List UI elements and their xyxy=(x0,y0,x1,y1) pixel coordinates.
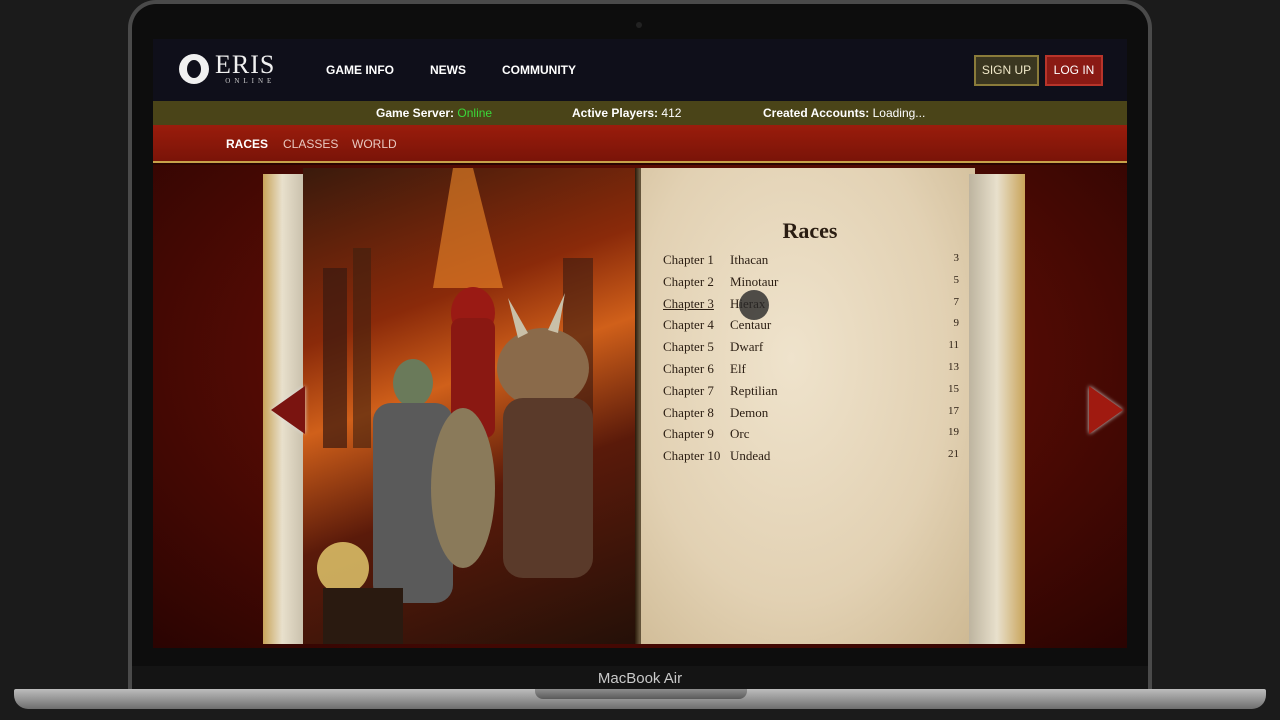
next-page-arrow-icon[interactable] xyxy=(1089,386,1123,434)
toc-chapter[interactable]: Chapter 2 xyxy=(663,274,714,290)
toc-row[interactable]: Chapter 3Hierax7 xyxy=(663,296,959,318)
toc-chapter[interactable]: Chapter 5 xyxy=(663,339,714,355)
server-status-value: Online xyxy=(457,106,493,120)
previous-page-arrow-icon[interactable] xyxy=(271,386,305,434)
toc-page-number: 7 xyxy=(953,295,960,308)
toc-row[interactable]: Chapter 7 Reptilian 15 xyxy=(663,383,959,405)
tab-world[interactable]: WORLD xyxy=(352,137,397,151)
logo-text: ERIS ONLINE xyxy=(215,50,276,86)
book: Races Chapter 1 Ithacan 3 Chapter 2 Minotau… xyxy=(263,168,1123,648)
toc-page-number: 11 xyxy=(948,339,959,352)
toc-chapter[interactable]: Chapter 10 xyxy=(663,448,720,464)
created-accounts-label: Created Accounts: xyxy=(763,106,870,120)
active-players-value: 412 xyxy=(661,106,682,120)
toc-race[interactable]: Minotaur xyxy=(730,274,778,290)
device-model-label: MacBook Air xyxy=(597,670,683,687)
screen: ERIS ONLINE GAME INFO NEWS COMMUNITY SIG… xyxy=(153,39,1127,648)
toc-race[interactable]: Elf xyxy=(730,361,746,377)
toc-chapter[interactable]: Chapter 3 xyxy=(663,296,714,312)
server-status: Game Server: Online xyxy=(376,106,492,120)
page-title: Races xyxy=(641,218,975,244)
toc-page-number: 17 xyxy=(948,404,959,417)
toc-chapter[interactable]: Chapter 1 xyxy=(663,252,714,268)
toc-page-number: 21 xyxy=(948,448,959,461)
site-header: ERIS ONLINE GAME INFO NEWS COMMUNITY SIG… xyxy=(153,39,1127,101)
active-players: Active Players: 412 xyxy=(572,106,681,120)
toc-row[interactable]: Chapter 5 Dwarf 11 xyxy=(663,339,959,361)
toc-page-number: 3 xyxy=(953,252,960,264)
toc-list: Chapter 1 Ithacan 3 Chapter 2 Minotaur 5 Cha… xyxy=(663,252,959,470)
toc-chapter[interactable]: Chapter 9 xyxy=(663,426,714,442)
tab-races[interactable]: RACES xyxy=(226,137,268,151)
toc-row[interactable]: Chapter 2 Minotaur 5 xyxy=(663,274,959,296)
camera-icon xyxy=(636,22,642,28)
toc-race[interactable]: Dwarf xyxy=(730,339,763,355)
toc-race[interactable]: Reptilian xyxy=(730,383,778,399)
cursor-indicator xyxy=(739,290,769,320)
status-bar: Game Server: Online Active Players: 412 … xyxy=(153,101,1127,125)
active-players-label: Active Players: xyxy=(572,106,659,120)
toc-page-number: 9 xyxy=(953,317,960,330)
toc-page-number: 15 xyxy=(948,382,959,395)
laptop-base-notch xyxy=(535,689,747,699)
toc-row[interactable]: Chapter 1 Ithacan 3 xyxy=(663,252,959,274)
main-nav: GAME INFO NEWS COMMUNITY xyxy=(326,63,612,77)
created-accounts-value: Loading... xyxy=(872,106,926,120)
toc-row[interactable]: Chapter 6 Elf 13 xyxy=(663,361,959,383)
page-title-text: Races xyxy=(782,218,838,243)
logo-emblem-icon xyxy=(179,54,209,84)
toc-page-number: 13 xyxy=(948,360,959,373)
logo-word: ERIS xyxy=(215,50,276,79)
toc-row[interactable]: Chapter 4 Centaur 9 xyxy=(663,317,959,339)
toc-race[interactable]: Demon xyxy=(730,405,768,421)
toc-chapter[interactable]: Chapter 6 xyxy=(663,361,714,377)
nav-community[interactable]: COMMUNITY xyxy=(502,63,576,77)
toc-row[interactable]: Chapter 10 Undead 21 xyxy=(663,448,959,470)
toc-race[interactable]: Ithacan xyxy=(730,252,768,268)
races-illustration xyxy=(303,168,639,644)
sub-nav: RACES CLASSES WORLD xyxy=(153,125,1127,163)
toc-race[interactable]: Orc xyxy=(730,426,750,442)
table-of-contents-page: Races Chapter 1 Ithacan 3 Chapter 2 Minotau… xyxy=(641,168,975,644)
illustration-art xyxy=(317,168,593,644)
toc-page-number: 19 xyxy=(948,426,959,439)
toc-chapter[interactable]: Chapter 7 xyxy=(663,383,714,399)
toc-race[interactable]: Undead xyxy=(730,448,770,464)
sign-up-button[interactable]: SIGN UP xyxy=(974,55,1039,86)
toc-chapter[interactable]: Chapter 4 xyxy=(663,317,714,333)
nav-news[interactable]: NEWS xyxy=(430,63,466,77)
toc-chapter[interactable]: Chapter 8 xyxy=(663,405,714,421)
logo[interactable]: ERIS ONLINE xyxy=(179,50,276,86)
book-right-pages-edge xyxy=(969,174,1025,644)
created-accounts: Created Accounts: Loading... xyxy=(763,106,925,120)
server-status-label: Game Server: xyxy=(376,106,455,120)
toc-page-number: 5 xyxy=(953,273,960,286)
nav-game-info[interactable]: GAME INFO xyxy=(326,63,394,77)
tab-classes[interactable]: CLASSES xyxy=(283,137,338,151)
toc-row[interactable]: Chapter 8 Demon 17 xyxy=(663,405,959,427)
log-in-button[interactable]: LOG IN xyxy=(1045,55,1103,86)
toc-row[interactable]: Chapter 9 Orc 19 xyxy=(663,426,959,448)
book-stage: Races Chapter 1 Ithacan 3 Chapter 2 Minotau… xyxy=(153,165,1127,648)
